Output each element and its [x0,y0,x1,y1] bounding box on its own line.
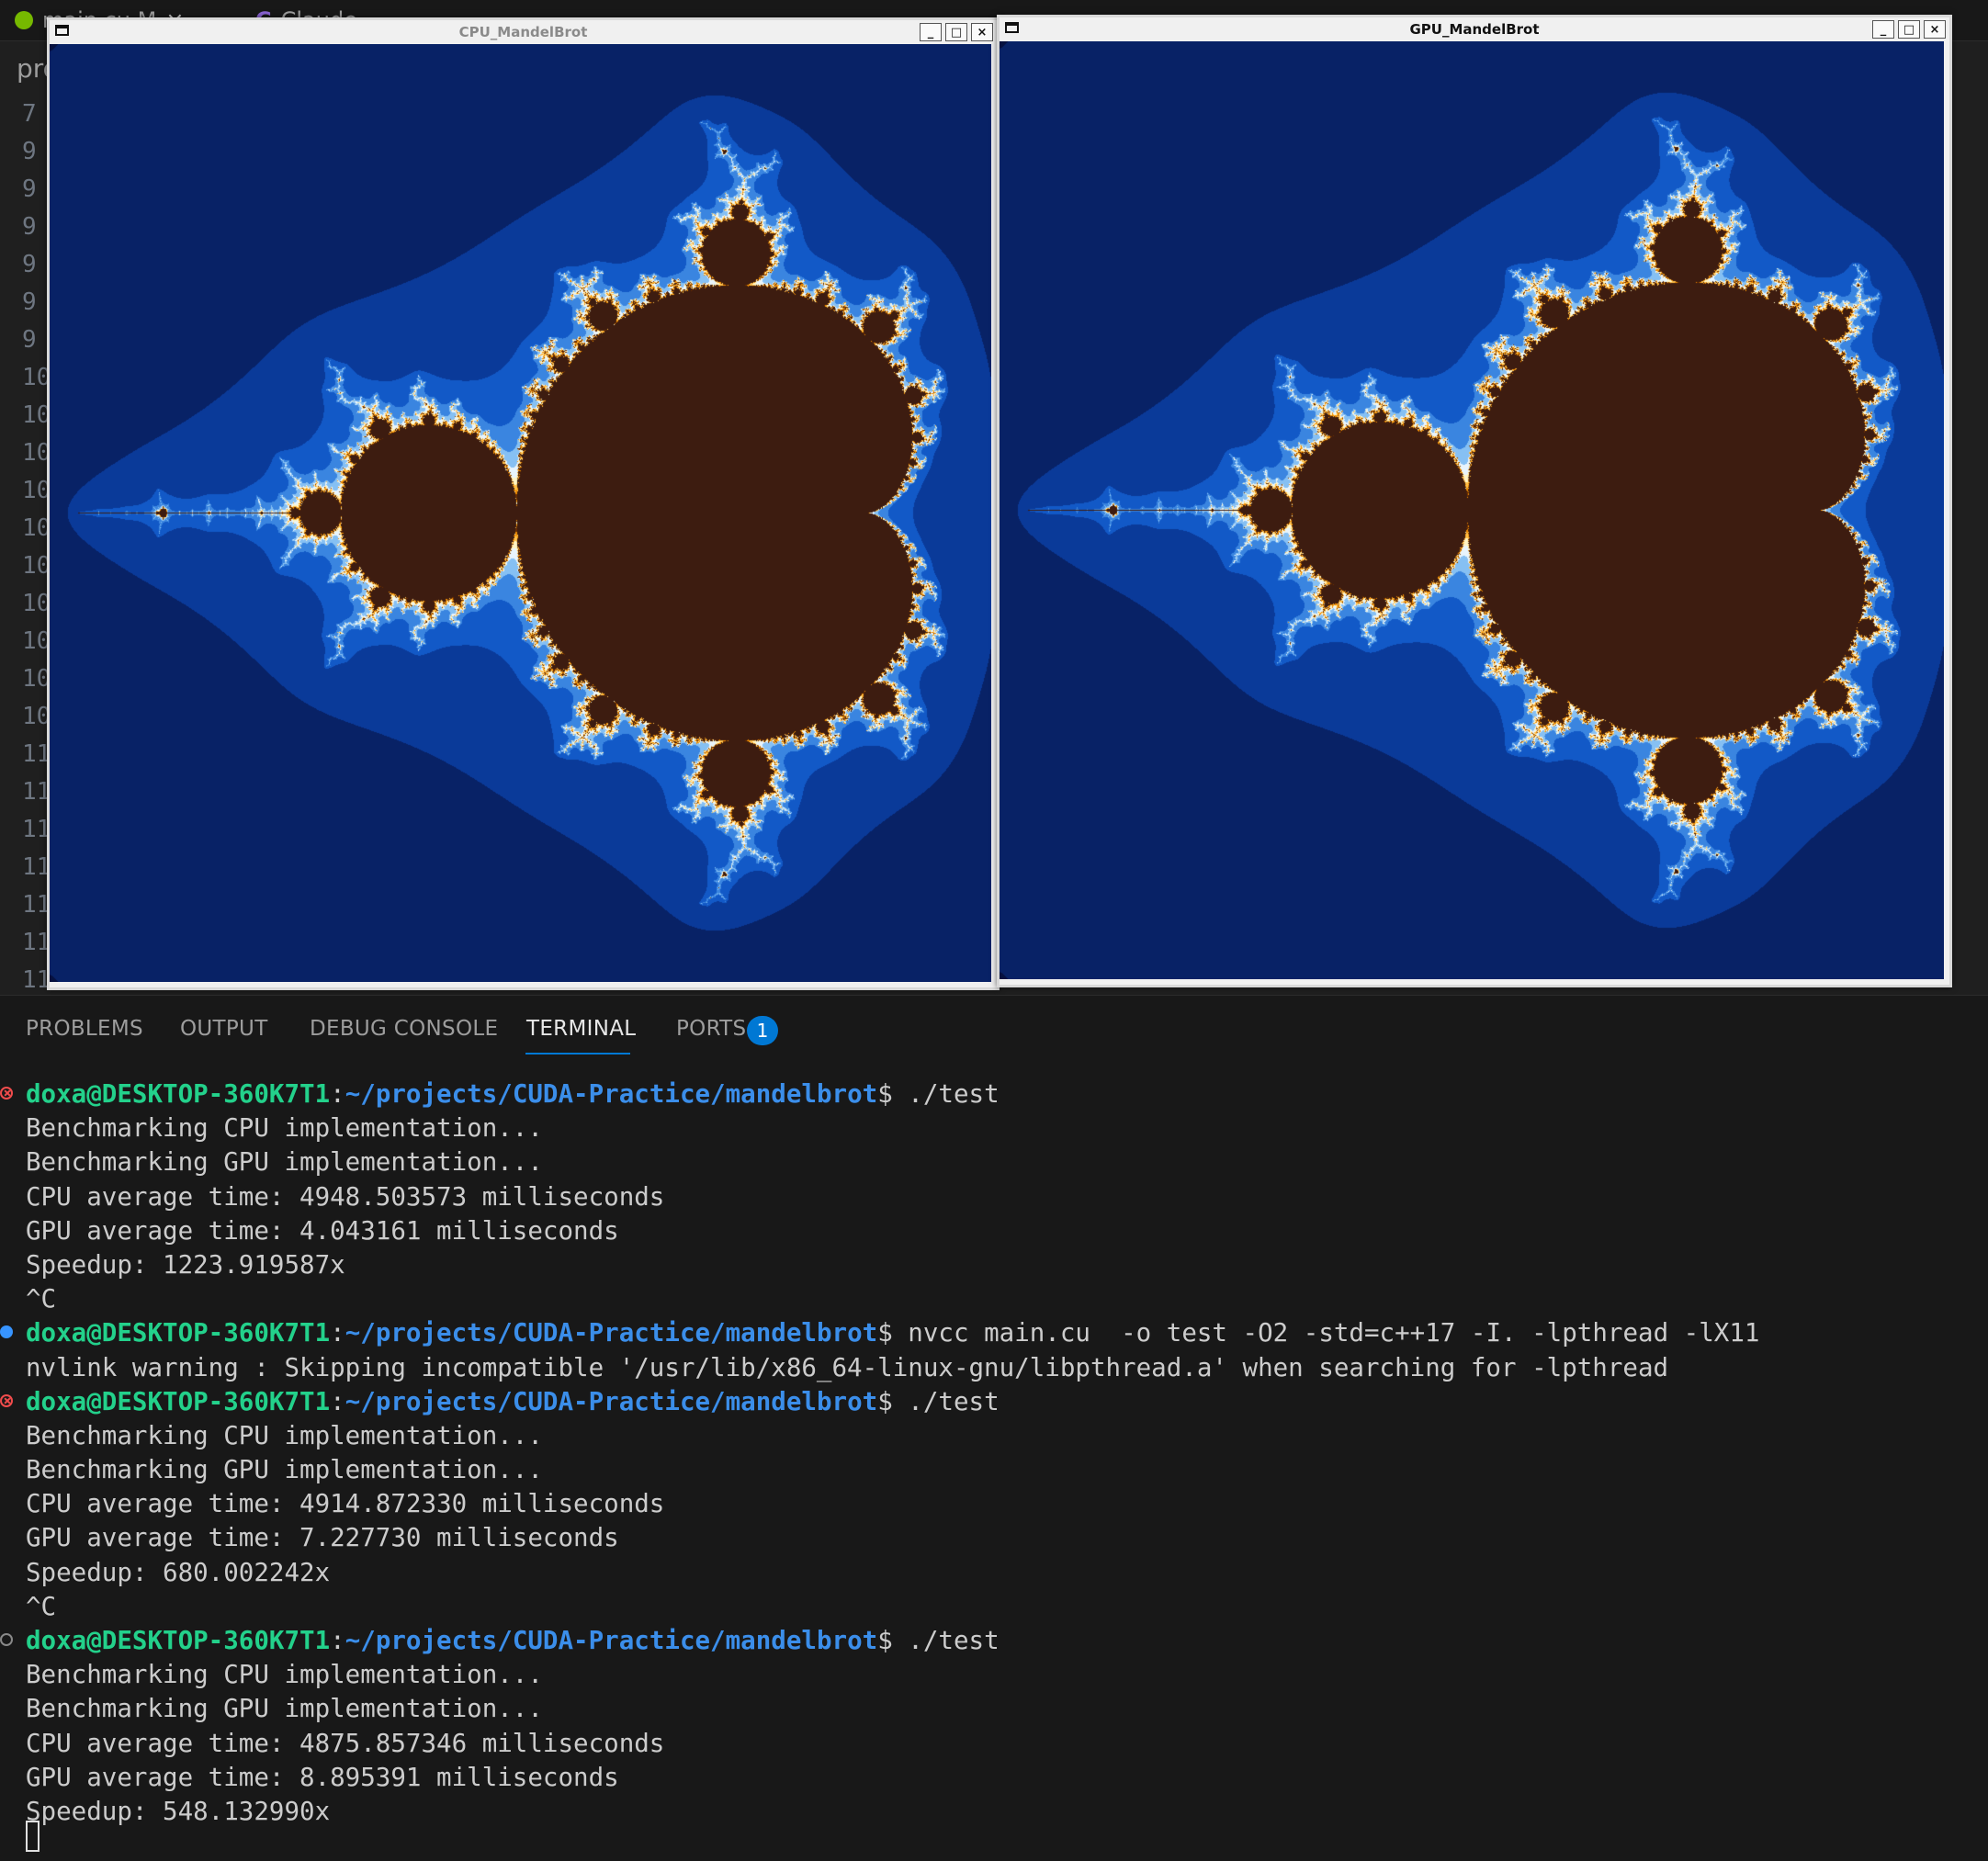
terminal-output-line: Benchmarking GPU implementation... [26,1694,543,1724]
line-number: 7 [22,100,37,128]
line-number: 11 [22,740,51,768]
line-number: 10 [22,364,51,391]
line-number: 9 [22,288,37,316]
line-number: 9 [22,175,37,203]
terminal-output-line: GPU average time: 7.227730 milliseconds [26,1523,619,1553]
prompt-user: doxa@DESKTOP-360K7T1 [26,1386,331,1416]
terminal-output-line: CPU average time: 4914.872330 millisecon… [26,1489,665,1519]
prompt-separator: : [330,1079,345,1109]
prompt-path: ~/projects/CUDA-Practice/mandelbrot [345,1626,878,1655]
command-text: $ ./test [877,1386,1000,1416]
terminal-output-line: CPU average time: 4948.503573 millisecon… [26,1181,665,1212]
line-number: 11 [22,778,51,806]
terminal-cursor [26,1821,40,1852]
maximize-button[interactable]: □ [945,23,967,41]
terminal-output-line: Speedup: 680.002242x [26,1557,331,1587]
line-number: 11 [22,853,51,881]
line-number: 11 [22,966,51,994]
terminal-output-line: GPU average time: 4.043161 milliseconds [26,1215,619,1246]
terminal-output-line: Benchmarking CPU implementation... [26,1660,543,1690]
terminal-output-line: Benchmarking CPU implementation... [26,1113,543,1144]
terminal-output-line: ^C [26,1591,57,1621]
cuda-file-icon [15,11,33,29]
terminal-output[interactable]: doxa@DESKTOP-360K7T1:~/projects/CUDA-Pra… [0,1077,1973,1829]
terminal-prompt-line: doxa@DESKTOP-360K7T1:~/projects/CUDA-Pra… [0,1624,1973,1658]
line-number: 10 [22,514,51,542]
terminal-output-line: ^C [26,1284,57,1314]
mandelbrot-canvas[interactable] [1000,41,1944,979]
terminal-prompt-line: doxa@DESKTOP-360K7T1:~/projects/CUDA-Pra… [0,1316,1973,1350]
tab-terminal[interactable]: TERMINAL [526,1017,636,1041]
line-number: 10 [22,439,51,467]
maximize-button[interactable]: □ [1898,20,1920,39]
prompt-user: doxa@DESKTOP-360K7T1 [26,1079,331,1109]
gpu-mandelbrot-window[interactable]: GPU_MandelBrot _ □ × [997,15,1952,987]
terminal-output-line: Benchmarking GPU implementation... [26,1147,543,1178]
prompt-user: doxa@DESKTOP-360K7T1 [26,1318,331,1348]
line-number: 11 [22,891,51,919]
terminal-prompt-line: doxa@DESKTOP-360K7T1:~/projects/CUDA-Pra… [0,1385,1973,1419]
line-number: 9 [22,251,37,278]
bottom-panel: PROBLEMS OUTPUT DEBUG CONSOLE TERMINAL P… [0,995,1988,1861]
line-number: 10 [22,477,51,504]
prompt-separator: : [330,1386,345,1416]
tab-debug-console[interactable]: DEBUG CONSOLE [310,1017,498,1041]
minimize-button[interactable]: _ [1872,20,1894,39]
prompt-path: ~/projects/CUDA-Practice/mandelbrot [345,1079,878,1109]
active-tab-indicator [525,1053,630,1055]
command-error-icon[interactable] [0,1087,13,1100]
line-number: 10 [22,627,51,655]
cpu-mandelbrot-window[interactable]: CPU_MandelBrot _ □ × [47,17,1000,990]
terminal-output-line: Speedup: 548.132990x [26,1796,331,1826]
window-title: GPU_MandelBrot [1409,21,1540,38]
terminal-output-line: Benchmarking CPU implementation... [26,1420,543,1450]
window-title-bar[interactable]: CPU_MandelBrot _ □ × [50,20,997,44]
window-title: CPU_MandelBrot [458,24,588,40]
command-text: $ nvcc main.cu -o test -O2 -std=c++17 -I… [877,1318,1760,1348]
line-number: 9 [22,138,37,165]
terminal-prompt-line: doxa@DESKTOP-360K7T1:~/projects/CUDA-Pra… [0,1077,1973,1111]
close-button[interactable]: × [1924,20,1946,39]
terminal-output-line: CPU average time: 4875.857346 millisecon… [26,1728,665,1758]
line-number: 10 [22,665,51,693]
line-number: 10 [22,703,51,730]
line-number: 9 [22,326,37,354]
prompt-path: ~/projects/CUDA-Practice/mandelbrot [345,1318,878,1348]
terminal-output-line: GPU average time: 8.895391 milliseconds [26,1762,619,1792]
command-text: $ ./test [877,1626,1000,1655]
line-number: 10 [22,590,51,617]
terminal-output-line: nvlink warning : Skipping incompatible '… [26,1352,1669,1382]
command-error-icon[interactable] [0,1393,13,1407]
line-number: 9 [22,213,37,241]
prompt-separator: : [330,1318,345,1348]
prompt-separator: : [330,1626,345,1655]
line-number: 10 [22,552,51,580]
command-success-icon[interactable] [0,1325,13,1339]
minimize-button[interactable]: _ [920,23,942,41]
tab-problems[interactable]: PROBLEMS [26,1017,143,1041]
ports-count-badge: 1 [747,1016,778,1045]
window-title-bar[interactable]: GPU_MandelBrot _ □ × [1000,17,1949,41]
terminal-output-line: Speedup: 1223.919587x [26,1249,345,1280]
prompt-path: ~/projects/CUDA-Practice/mandelbrot [345,1386,878,1416]
close-button[interactable]: × [971,23,993,41]
tab-ports[interactable]: PORTS [676,1017,746,1041]
line-number: 10 [22,401,51,429]
panel-tab-bar: PROBLEMS OUTPUT DEBUG CONSOLE TERMINAL P… [0,996,1988,1060]
line-number: 11 [22,929,51,956]
command-pending-icon[interactable] [0,1633,13,1646]
tab-output[interactable]: OUTPUT [180,1017,268,1041]
line-number: 11 [22,816,51,843]
line-number-gutter: 7 9 9 9 9 9 9 10 10 10 10 10 10 10 10 10 10 11 11 11 11 11 11 1… [0,96,51,999]
command-text: $ ./test [877,1079,1000,1109]
mandelbrot-canvas[interactable] [50,44,991,982]
prompt-user: doxa@DESKTOP-360K7T1 [26,1626,331,1655]
terminal-output-line: Benchmarking GPU implementation... [26,1455,543,1485]
